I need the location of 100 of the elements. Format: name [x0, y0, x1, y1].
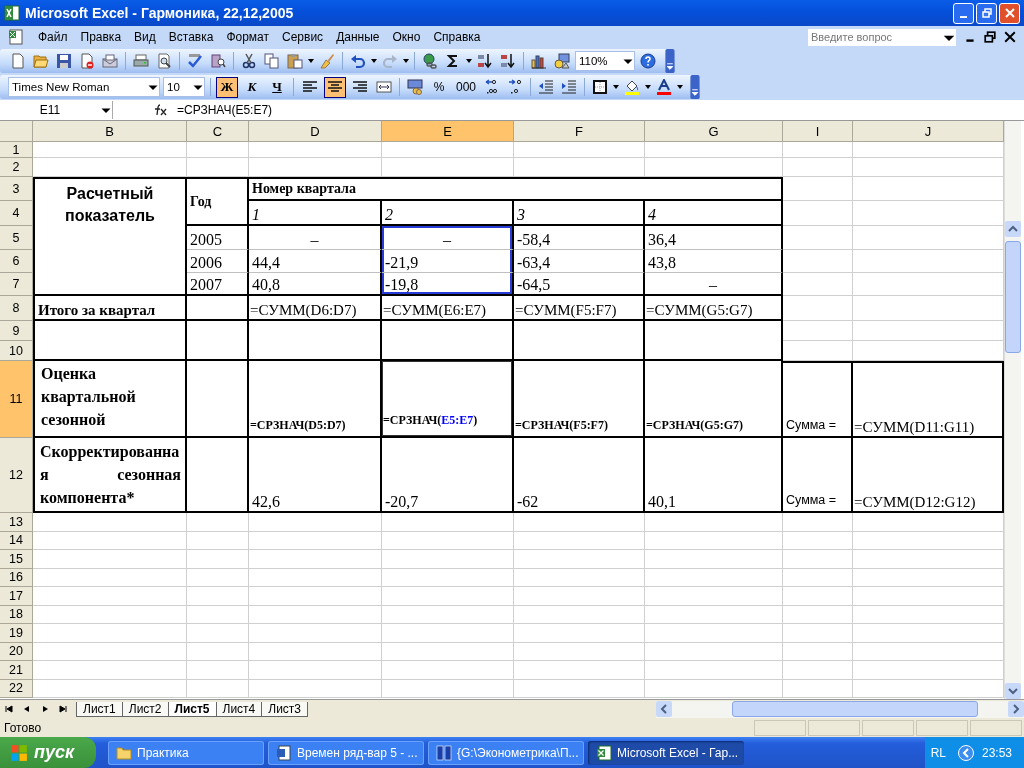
drawing-icon[interactable]: [554, 53, 570, 69]
permission-icon[interactable]: [79, 53, 95, 69]
number-format-button[interactable]: %: [428, 76, 450, 98]
row-header[interactable]: 19: [0, 624, 33, 643]
italic-button[interactable]: К: [241, 76, 263, 98]
first-sheet-icon[interactable]: [4, 704, 14, 714]
zoom-field[interactable]: 110%: [575, 51, 635, 71]
row-header[interactable]: 21: [0, 661, 33, 680]
align-center-button[interactable]: [324, 76, 346, 98]
scroll-down-icon[interactable]: [1005, 683, 1021, 699]
sheet-tab[interactable]: Лист4: [215, 701, 263, 717]
toolbar-options-icon[interactable]: [690, 75, 701, 99]
name-box[interactable]: E11: [0, 101, 113, 119]
restore-icon[interactable]: [984, 31, 996, 43]
caret-icon[interactable]: [466, 59, 472, 63]
menu-item[interactable]: Вид: [128, 30, 162, 44]
last-sheet-icon[interactable]: [58, 704, 68, 714]
scroll-thumb[interactable]: [732, 701, 978, 717]
undo-icon[interactable]: [350, 53, 366, 69]
fill-color-icon[interactable]: [624, 79, 641, 95]
row-header[interactable]: 6: [0, 250, 33, 273]
row-header[interactable]: 1: [0, 142, 33, 158]
next-sheet-icon[interactable]: [40, 704, 50, 714]
font-color-icon[interactable]: [656, 79, 673, 95]
row-header[interactable]: 13: [0, 513, 33, 532]
workbook-icon[interactable]: [8, 29, 24, 45]
open-folder-icon[interactable]: [33, 53, 49, 69]
underline-button[interactable]: Ч: [266, 76, 288, 98]
chart-icon[interactable]: [531, 53, 547, 69]
decrease-decimal-icon[interactable]: [507, 79, 524, 95]
font-size-field[interactable]: 10: [163, 77, 205, 97]
menu-item[interactable]: Файл: [32, 30, 74, 44]
row-header[interactable]: 10: [0, 341, 33, 361]
menu-item[interactable]: Окно: [386, 30, 427, 44]
column-header[interactable]: G: [645, 121, 783, 142]
row-header[interactable]: 8: [0, 296, 33, 321]
scroll-up-icon[interactable]: [1005, 221, 1021, 237]
number-format-button[interactable]: 000: [453, 76, 480, 98]
caret-icon[interactable]: [371, 59, 377, 63]
menu-item[interactable]: Справка: [427, 30, 487, 44]
taskbar-button[interactable]: Времен ряд-вар 5 - ...: [268, 740, 424, 765]
toolbar-options-icon[interactable]: [665, 49, 675, 73]
sort-descending-icon[interactable]: [500, 53, 516, 69]
taskbar-button[interactable]: Практика: [108, 740, 264, 765]
column-header[interactable]: E: [382, 121, 514, 142]
merge-center-icon[interactable]: [376, 79, 392, 95]
column-header[interactable]: B: [33, 121, 187, 142]
cut-icon[interactable]: [241, 53, 257, 69]
save-icon[interactable]: [56, 53, 72, 69]
column-header[interactable]: F: [514, 121, 645, 142]
restore-button[interactable]: [976, 2, 997, 24]
expand-icon[interactable]: [957, 744, 974, 761]
menu-item[interactable]: Формат: [220, 30, 276, 44]
borders-icon[interactable]: [592, 79, 609, 95]
menu-item[interactable]: Сервис: [276, 30, 330, 44]
hyperlink-icon[interactable]: [422, 53, 438, 69]
increase-indent-icon[interactable]: [561, 79, 578, 95]
row-header[interactable]: 9: [0, 321, 33, 341]
scroll-thumb[interactable]: [1005, 241, 1021, 353]
column-header[interactable]: C: [187, 121, 249, 142]
row-header[interactable]: 4: [0, 201, 33, 226]
taskbar-button[interactable]: Microsoft Excel - Гар...: [588, 740, 744, 765]
scroll-right-icon[interactable]: [1008, 701, 1024, 717]
sheet-tab[interactable]: Лист5: [167, 701, 217, 717]
horizontal-scrollbar[interactable]: [656, 700, 1024, 718]
row-header[interactable]: 5: [0, 226, 33, 250]
sheet-tab[interactable]: Лист2: [121, 701, 169, 717]
email-icon[interactable]: [102, 53, 118, 69]
print-preview-icon[interactable]: [156, 53, 172, 69]
scroll-left-icon[interactable]: [656, 701, 672, 717]
row-header[interactable]: 11: [0, 361, 33, 438]
caret-icon[interactable]: [645, 85, 652, 89]
format-painter-icon[interactable]: [319, 53, 335, 69]
caret-icon[interactable]: [677, 85, 684, 89]
menu-item[interactable]: Данные: [330, 30, 386, 44]
previous-sheet-icon[interactable]: [22, 704, 32, 714]
spelling-icon[interactable]: [187, 53, 203, 69]
row-header[interactable]: 7: [0, 273, 33, 296]
row-header[interactable]: 15: [0, 550, 33, 569]
font-field[interactable]: Times New Roman: [8, 77, 160, 97]
menu-item[interactable]: Вставка: [162, 30, 220, 44]
caret-icon[interactable]: [942, 28, 956, 46]
caret-icon[interactable]: [308, 59, 314, 63]
sheet-tab[interactable]: Лист3: [261, 701, 309, 717]
caret-icon[interactable]: [403, 59, 409, 63]
sheet-tab[interactable]: Лист1: [76, 701, 123, 717]
caret-icon[interactable]: [613, 85, 620, 89]
menu-item[interactable]: Правка: [74, 30, 128, 44]
printer-icon[interactable]: [133, 53, 149, 69]
function-icon[interactable]: [153, 104, 169, 116]
bold-button[interactable]: Ж: [216, 76, 238, 98]
paste-icon[interactable]: [287, 53, 303, 69]
column-header[interactable]: I: [783, 121, 853, 142]
taskbar-button[interactable]: {G:\Эконометрика\П...: [428, 740, 584, 765]
research-icon[interactable]: [210, 53, 226, 69]
copy-icon[interactable]: [264, 53, 280, 69]
row-header[interactable]: 3: [0, 177, 33, 201]
vertical-scrollbar[interactable]: [1004, 121, 1021, 699]
table-cell[interactable]: =СРЗНАЧ(E5:E7): [382, 361, 514, 438]
decrease-indent-icon[interactable]: [538, 79, 555, 95]
